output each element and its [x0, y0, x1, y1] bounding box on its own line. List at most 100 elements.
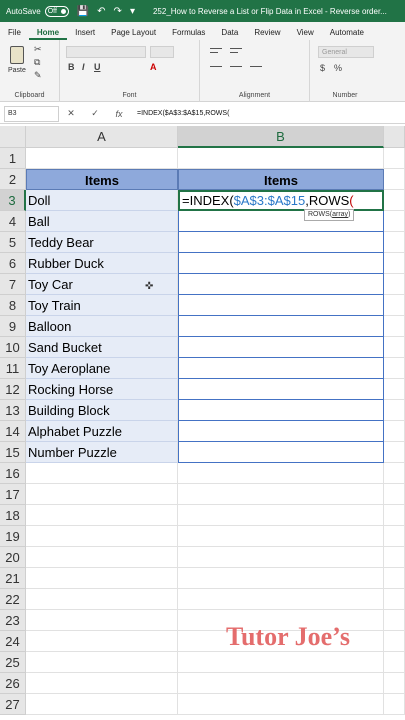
- cell-b26[interactable]: [178, 673, 384, 694]
- result-cell-b14[interactable]: [178, 421, 384, 442]
- row-header-12[interactable]: 12: [0, 379, 26, 400]
- row-header-10[interactable]: 10: [0, 337, 26, 358]
- cell-c21[interactable]: [384, 568, 405, 589]
- result-cell-b15[interactable]: [178, 442, 384, 463]
- cell-c19[interactable]: [384, 526, 405, 547]
- row-header-13[interactable]: 13: [0, 400, 26, 421]
- bold-icon[interactable]: B: [68, 62, 75, 72]
- cell-c10[interactable]: [384, 337, 405, 358]
- row-header-9[interactable]: 9: [0, 316, 26, 337]
- column-header-a[interactable]: A: [26, 126, 178, 148]
- row-header-1[interactable]: 1: [0, 148, 26, 169]
- row-header-24[interactable]: 24: [0, 631, 26, 652]
- cell-c8[interactable]: [384, 295, 405, 316]
- insert-function-icon[interactable]: fx: [107, 109, 131, 119]
- cell-a19[interactable]: [26, 526, 178, 547]
- item-cell-a15[interactable]: Number Puzzle: [26, 442, 178, 463]
- cell-c24[interactable]: [384, 631, 405, 652]
- row-header-5[interactable]: 5: [0, 232, 26, 253]
- cell-c25[interactable]: [384, 652, 405, 673]
- cell-c13[interactable]: [384, 400, 405, 421]
- cell-c9[interactable]: [384, 316, 405, 337]
- header-cell-a2[interactable]: Items: [26, 169, 178, 190]
- row-header-22[interactable]: 22: [0, 589, 26, 610]
- tab-formulas[interactable]: Formulas: [164, 28, 213, 40]
- cell-a18[interactable]: [26, 505, 178, 526]
- cell-a23[interactable]: [26, 610, 178, 631]
- row-header-23[interactable]: 23: [0, 610, 26, 631]
- cell-c23[interactable]: [384, 610, 405, 631]
- item-cell-a3[interactable]: Doll: [26, 190, 178, 211]
- currency-icon[interactable]: $: [320, 64, 329, 73]
- font-name-box[interactable]: [66, 46, 146, 58]
- item-cell-a11[interactable]: Toy Aeroplane: [26, 358, 178, 379]
- format-painter-icon[interactable]: ✎: [34, 71, 43, 80]
- row-header-27[interactable]: 27: [0, 694, 26, 715]
- item-cell-a13[interactable]: Building Block: [26, 400, 178, 421]
- cell-c7[interactable]: [384, 274, 405, 295]
- tab-data[interactable]: Data: [213, 28, 246, 40]
- cell-a25[interactable]: [26, 652, 178, 673]
- number-format-select[interactable]: General: [318, 46, 374, 58]
- paste-icon[interactable]: [10, 46, 24, 64]
- cell-c1[interactable]: [384, 148, 405, 169]
- row-header-19[interactable]: 19: [0, 526, 26, 547]
- cell-a27[interactable]: [26, 694, 178, 715]
- result-cell-b11[interactable]: [178, 358, 384, 379]
- align-center-icon[interactable]: [230, 66, 242, 67]
- quick-access-dropdown-icon[interactable]: ▾: [130, 6, 135, 17]
- item-cell-a7[interactable]: Toy Car: [26, 274, 178, 295]
- row-header-20[interactable]: 20: [0, 547, 26, 568]
- result-cell-b6[interactable]: [178, 253, 384, 274]
- paste-button-label[interactable]: Paste: [8, 67, 26, 74]
- row-header-18[interactable]: 18: [0, 505, 26, 526]
- row-header-25[interactable]: 25: [0, 652, 26, 673]
- redo-icon[interactable]: ↷: [114, 6, 122, 17]
- enter-icon[interactable]: ✓: [83, 108, 107, 119]
- cell-c16[interactable]: [384, 463, 405, 484]
- cell-a16[interactable]: [26, 463, 178, 484]
- result-cell-b8[interactable]: [178, 295, 384, 316]
- item-cell-a4[interactable]: Ball: [26, 211, 178, 232]
- cell-b19[interactable]: [178, 526, 384, 547]
- cell-b1[interactable]: [178, 148, 384, 169]
- copy-icon[interactable]: ⧉: [34, 58, 43, 67]
- autosave-toggle[interactable]: Off: [44, 5, 69, 17]
- cell-b16[interactable]: [178, 463, 384, 484]
- cell-c2[interactable]: [384, 169, 405, 190]
- cell-c4[interactable]: [384, 211, 405, 232]
- align-middle-icon[interactable]: [230, 48, 242, 49]
- cell-c17[interactable]: [384, 484, 405, 505]
- row-header-11[interactable]: 11: [0, 358, 26, 379]
- cell-b21[interactable]: [178, 568, 384, 589]
- item-cell-a6[interactable]: Rubber Duck: [26, 253, 178, 274]
- font-size-box[interactable]: [150, 46, 174, 58]
- row-header-3[interactable]: 3: [0, 190, 26, 211]
- name-box[interactable]: B3: [4, 105, 59, 122]
- row-header-15[interactable]: 15: [0, 442, 26, 463]
- tab-page-layout[interactable]: Page Layout: [103, 28, 164, 40]
- cell-a22[interactable]: [26, 589, 178, 610]
- item-cell-a14[interactable]: Alphabet Puzzle: [26, 421, 178, 442]
- row-header-6[interactable]: 6: [0, 253, 26, 274]
- cell-c12[interactable]: [384, 379, 405, 400]
- item-cell-a12[interactable]: Rocking Horse: [26, 379, 178, 400]
- select-all-corner[interactable]: [0, 126, 26, 148]
- cell-c22[interactable]: [384, 589, 405, 610]
- cell-c6[interactable]: [384, 253, 405, 274]
- result-cell-b9[interactable]: [178, 316, 384, 337]
- tab-review[interactable]: Review: [246, 28, 288, 40]
- result-cell-b13[interactable]: [178, 400, 384, 421]
- row-header-4[interactable]: 4: [0, 211, 26, 232]
- cell-c3[interactable]: [384, 190, 405, 211]
- percent-icon[interactable]: %: [334, 64, 343, 73]
- italic-icon[interactable]: I: [82, 62, 85, 72]
- item-cell-a8[interactable]: Toy Train: [26, 295, 178, 316]
- item-cell-a9[interactable]: Balloon: [26, 316, 178, 337]
- tab-insert[interactable]: Insert: [67, 28, 103, 40]
- cell-c20[interactable]: [384, 547, 405, 568]
- cell-b27[interactable]: [178, 694, 384, 715]
- align-top-icon[interactable]: [210, 48, 222, 49]
- column-header-c[interactable]: [384, 126, 405, 148]
- cell-a20[interactable]: [26, 547, 178, 568]
